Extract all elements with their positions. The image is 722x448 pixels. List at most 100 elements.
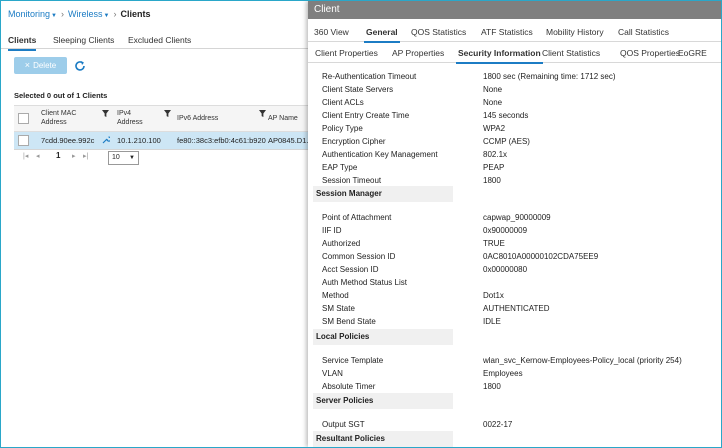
detail-value: Dot1x [483, 291, 504, 300]
row-checkbox[interactable] [18, 135, 29, 146]
tab-ap-properties[interactable]: AP Properties [392, 48, 444, 58]
detail-value: 1800 sec (Remaining time: 1712 sec) [483, 72, 616, 81]
detail-value: 145 seconds [483, 111, 529, 120]
refresh-icon[interactable] [74, 60, 86, 72]
items-per-page-value: 10 [112, 154, 120, 161]
next-page-icon[interactable]: ▸ [72, 152, 76, 160]
detail-label: Auth Method Status List [322, 278, 407, 287]
filter-icon[interactable] [164, 110, 171, 117]
detail-label: VLAN [322, 369, 343, 378]
col-mac[interactable]: Client MAC Address [41, 109, 76, 127]
col-ap-name[interactable]: AP Name [268, 114, 298, 123]
detail-value: TRUE [483, 239, 505, 248]
section-server-policies: Server Policies [313, 393, 453, 409]
detail-row: SM State AUTHENTICATED [308, 303, 721, 316]
tab-qos-statistics[interactable]: QOS Statistics [411, 27, 466, 37]
detail-label: Session Timeout [322, 176, 382, 185]
detail-row: SM Bend State IDLE [308, 316, 721, 329]
detail-label: Client ACLs [322, 98, 364, 107]
detail-value: IDLE [483, 317, 501, 326]
tab-clients[interactable]: Clients [8, 35, 37, 51]
detail-row: IIF ID 0x90000009 [308, 225, 721, 238]
cell-mac[interactable]: 7cdd.90ee.992c [41, 136, 94, 145]
delete-label: Delete [33, 61, 57, 70]
detail-row: Service Template wlan_svc_Kernow-Employee… [308, 355, 721, 368]
client-detail-panel: Client 360 View General QOS Statistics A… [308, 1, 721, 447]
clients-page: Monitoring▼ › Wireless▼ › Clients Clients Sl… [1, 1, 313, 447]
tab-360-view[interactable]: 360 View [314, 27, 349, 37]
col-ipv6[interactable]: IPv6 Address [177, 114, 218, 123]
detail-label: Client State Servers [322, 85, 394, 94]
filter-icon[interactable] [102, 110, 109, 117]
tab-client-properties[interactable]: Client Properties [315, 48, 378, 58]
delete-button[interactable]: × Delete [14, 57, 67, 74]
detail-label: SM State [322, 304, 355, 313]
prev-page-icon[interactable]: ◂ [36, 152, 40, 160]
select-all-checkbox[interactable] [18, 113, 29, 124]
detail-row: Common Session ID 0AC8010A00000102CDA75EE… [308, 251, 721, 264]
table-row[interactable]: 7cdd.90ee.992c 10.1.210.100 fe80::38c3:e… [14, 132, 313, 150]
tab-security-information[interactable]: Security Information [456, 48, 543, 64]
detail-value: wlan_svc_Kernow-Employees-Policy_local (… [483, 356, 682, 365]
detail-row: Acct Session ID 0x00000080 [308, 264, 721, 277]
breadcrumb-separator: › [60, 9, 64, 19]
detail-value: 1800 [483, 176, 501, 185]
detail-label: Encryption Cipher [322, 137, 386, 146]
panel-title: Client [308, 1, 721, 19]
tab-qos-properties[interactable]: QOS Properties [620, 48, 680, 58]
detail-row: Client ACLs None [308, 97, 721, 110]
detail-label: Method [322, 291, 349, 300]
detail-label: Re-Authentication Timeout [322, 72, 417, 81]
first-page-icon[interactable]: |◂ [23, 152, 28, 160]
tab-sleeping-clients[interactable]: Sleeping Clients [53, 35, 114, 45]
detail-label: Common Session ID [322, 252, 396, 261]
items-per-page-select[interactable]: 10 ▼ [108, 151, 139, 165]
tab-eogre[interactable]: EoGRE [678, 48, 707, 58]
detail-label: Absolute Timer [322, 382, 376, 391]
tab-call-statistics[interactable]: Call Statistics [618, 27, 669, 37]
detail-label: Output SGT [322, 420, 365, 429]
detail-label: SM Bend State [322, 317, 376, 326]
general-subtabs: Client Properties AP Properties Security… [308, 44, 721, 64]
detail-value: None [483, 85, 503, 94]
breadcrumb-wireless[interactable]: Wireless [68, 9, 103, 19]
detail-value: 802.1x [483, 150, 508, 159]
selection-count: Selected 0 out of 1 Clients [14, 91, 108, 100]
breadcrumb-monitoring[interactable]: Monitoring [8, 9, 50, 19]
filter-icon[interactable] [259, 110, 266, 117]
detail-value: PEAP [483, 163, 505, 172]
detail-label: Authorized [322, 239, 361, 248]
cell-ipv6: fe80::38c3:efb0:4c61:b920 [177, 136, 266, 145]
detail-row: Encryption Cipher CCMP (AES) [308, 136, 721, 149]
detail-row: VLAN Employees [308, 368, 721, 381]
chevron-down-icon: ▼ [129, 155, 135, 161]
detail-label: Acct Session ID [322, 265, 379, 274]
last-page-icon[interactable]: ▸| [83, 152, 88, 160]
current-page[interactable]: 1 [56, 151, 60, 160]
detail-value: None [483, 98, 503, 107]
detail-row: Auth Method Status List [308, 277, 721, 290]
detail-label: IIF ID [322, 226, 342, 235]
wrench-icon[interactable] [102, 136, 110, 144]
tab-excluded-clients[interactable]: Excluded Clients [128, 35, 191, 45]
detail-label: Service Template [322, 356, 384, 365]
tab-general[interactable]: General [364, 27, 400, 43]
detail-row: Method Dot1x [308, 290, 721, 303]
table-header: Client MAC Address IPv4 Address IPv6 Add… [14, 105, 311, 132]
close-icon: × [24, 60, 31, 70]
tab-atf-statistics[interactable]: ATF Statistics [481, 27, 533, 37]
section-local-policies: Local Policies [313, 329, 453, 345]
tab-mobility-history[interactable]: Mobility History [546, 27, 604, 37]
cell-ap-name: AP0845.D1... [268, 136, 313, 145]
clients-table: Client MAC Address IPv4 Address IPv6 Add… [14, 105, 313, 150]
detail-value: 1800 [483, 382, 501, 391]
detail-row: Policy Type WPA2 [308, 123, 721, 136]
section-resultant-policies: Resultant Policies [313, 431, 453, 447]
detail-value: 0022-17 [483, 420, 513, 429]
tab-client-statistics[interactable]: Client Statistics [542, 48, 600, 58]
detail-row: Point of Attachment capwap_90000009 [308, 212, 721, 225]
detail-label: EAP Type [322, 163, 358, 172]
section-session-manager: Session Manager [313, 186, 453, 202]
col-ipv4[interactable]: IPv4 Address [117, 109, 143, 127]
detail-row: Client Entry Create Time 145 seconds [308, 110, 721, 123]
